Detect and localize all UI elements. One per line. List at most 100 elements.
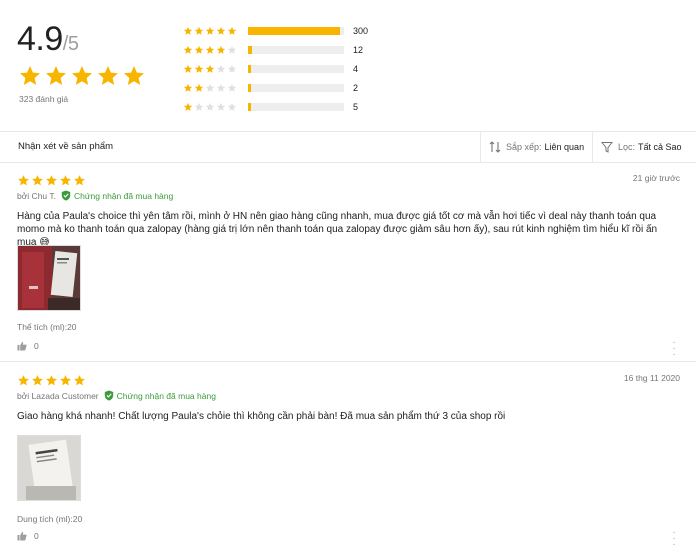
row-stars	[183, 64, 241, 74]
bar-fill	[248, 26, 341, 35]
star-empty-icon	[216, 64, 226, 73]
star-filled-icon	[46, 175, 57, 186]
distribution-bar	[248, 26, 344, 35]
filter-value: Tất cả Sao	[638, 142, 682, 152]
row-stars	[183, 26, 241, 36]
like-count: 0	[34, 531, 39, 541]
distribution-count: 4	[353, 63, 359, 74]
star-filled-icon	[183, 64, 193, 73]
distribution-count: 12	[353, 44, 364, 55]
sort-label: Sắp xếp:	[506, 142, 542, 152]
score-max: /5	[62, 33, 79, 55]
distribution-row-2[interactable]: 2	[183, 78, 368, 97]
star-empty-icon	[227, 45, 237, 54]
filter-icon	[601, 142, 613, 153]
bar-fill	[248, 102, 251, 111]
star-filled-icon	[205, 26, 215, 35]
review-sku: Thể tích (ml):20	[17, 322, 77, 332]
review-date: 16 thg 11 2020	[623, 373, 680, 383]
star-empty-icon	[194, 102, 204, 111]
average-stars	[18, 64, 146, 88]
star-filled-icon	[227, 26, 237, 35]
verified-shield-icon	[61, 190, 71, 201]
star-empty-icon	[227, 102, 237, 111]
review-date: 21 giờ trước	[632, 173, 680, 183]
distribution-count: 5	[353, 101, 359, 112]
filter-label: Lọc:	[618, 142, 636, 152]
product-photo-image	[18, 246, 80, 310]
product-photo-image	[18, 436, 80, 500]
star-filled-icon	[60, 375, 71, 386]
distribution-row-3[interactable]: 4	[183, 59, 368, 78]
thumbs-up-icon	[17, 341, 27, 351]
star-filled-icon	[32, 175, 43, 186]
review-stars	[17, 374, 86, 387]
review-photo[interactable]	[17, 435, 81, 501]
star-filled-icon	[205, 45, 215, 54]
review-photo[interactable]	[17, 245, 81, 311]
distribution-count: 2	[353, 82, 359, 93]
review-sku: Dung tích (ml):20	[17, 514, 83, 524]
bar-fill	[248, 64, 251, 73]
star-filled-icon	[216, 26, 226, 35]
star-empty-icon	[227, 64, 237, 73]
verified-label: Chứng nhận đã mua hàng	[116, 390, 216, 401]
star-empty-icon	[205, 102, 215, 111]
review-item: 21 giờ trước bởi Chu T. Chứng nhận đã mu…	[0, 164, 696, 362]
rating-summary: 4.9/5 323 đánh giá 300 12 4 2 5	[0, 0, 696, 130]
star-empty-icon	[227, 83, 237, 92]
star-filled-icon	[194, 83, 204, 92]
distribution-row-1[interactable]: 5	[183, 97, 368, 116]
thumbs-up-icon	[17, 531, 27, 541]
star-filled-icon	[20, 66, 40, 85]
like-count: 0	[34, 341, 39, 351]
star-filled-icon	[183, 45, 193, 54]
review-author: bởi Chu T.	[17, 190, 56, 201]
star-filled-icon	[18, 175, 29, 186]
star-filled-icon	[74, 175, 85, 186]
verified-label: Chứng nhận đã mua hàng	[73, 190, 174, 201]
more-options-icon[interactable]: · · ·	[672, 528, 676, 550]
star-filled-icon	[46, 66, 66, 85]
star-empty-icon	[205, 83, 215, 92]
distribution-bar	[248, 64, 344, 73]
review-stars	[17, 174, 86, 187]
bar-fill	[248, 83, 251, 92]
distribution-count: 300	[353, 25, 369, 36]
more-options-icon[interactable]: · · ·	[672, 338, 676, 360]
like-button[interactable]: 0	[17, 341, 39, 351]
star-empty-icon	[216, 102, 226, 111]
distribution-bar	[248, 83, 344, 92]
star-filled-icon	[183, 26, 193, 35]
review-item: 16 thg 11 2020 bởi Lazada Customer Chứng…	[0, 364, 696, 551]
star-filled-icon	[194, 64, 204, 73]
reviews-toolbar: Nhận xét về sản phẩm Sắp xếp: Liên quan …	[0, 131, 696, 163]
star-filled-icon	[60, 175, 71, 186]
filter-dropdown[interactable]: Lọc: Tất cả Sao	[592, 132, 696, 162]
review-author: bởi Lazada Customer	[17, 390, 99, 401]
average-score: 4.9/5	[17, 20, 79, 59]
star-filled-icon	[194, 26, 204, 35]
distribution-row-4[interactable]: 12	[183, 40, 368, 59]
rating-distribution: 300 12 4 2 5	[183, 21, 368, 116]
verified-badge: Chứng nhận đã mua hàng	[61, 190, 173, 201]
star-filled-icon	[98, 66, 118, 85]
star-empty-icon	[216, 83, 226, 92]
star-filled-icon	[72, 66, 92, 85]
star-filled-icon	[124, 66, 144, 85]
star-filled-icon	[32, 375, 43, 386]
verified-shield-icon	[104, 390, 113, 401]
like-button[interactable]: 0	[17, 531, 39, 541]
review-author-line: bởi Chu T. Chứng nhận đã mua hàng	[17, 190, 173, 201]
verified-badge: Chứng nhận đã mua hàng	[104, 390, 216, 401]
sort-dropdown[interactable]: Sắp xếp: Liên quan	[480, 132, 590, 162]
distribution-row-5[interactable]: 300	[183, 21, 368, 40]
star-filled-icon	[183, 83, 193, 92]
star-filled-icon	[194, 45, 204, 54]
row-stars	[183, 83, 241, 93]
star-filled-icon	[46, 375, 57, 386]
distribution-bar	[248, 45, 344, 54]
star-filled-icon	[216, 45, 226, 54]
score-value: 4.9	[17, 20, 63, 58]
star-filled-icon	[74, 375, 85, 386]
